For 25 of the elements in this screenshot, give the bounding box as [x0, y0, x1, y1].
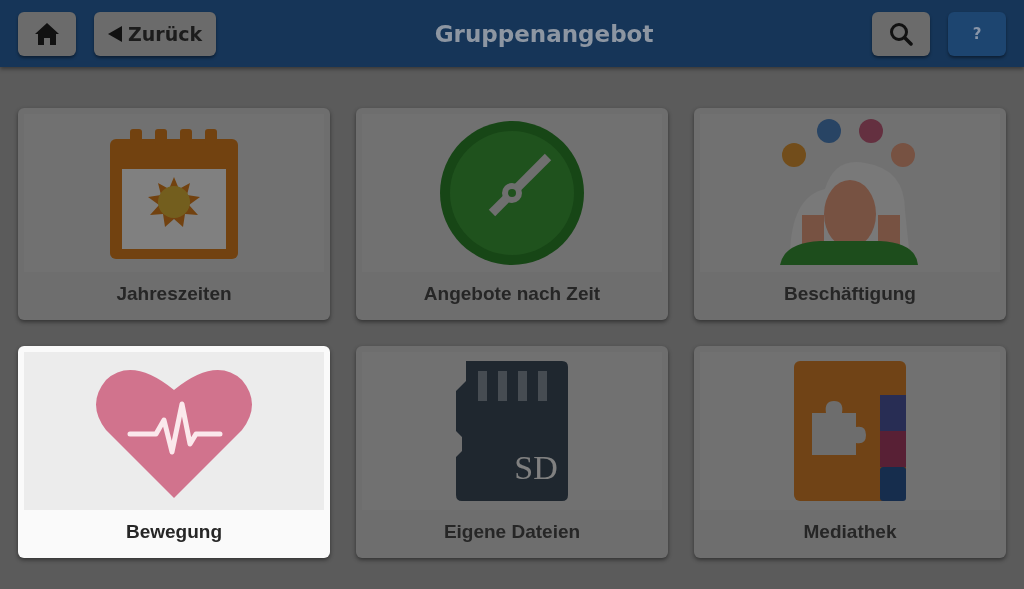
calendar-sun-icon — [110, 127, 238, 259]
puzzle-book-icon — [794, 361, 906, 501]
home-icon — [35, 22, 59, 45]
back-button[interactable]: Zurück — [94, 11, 217, 56]
menu-tile[interactable]: Bewegung — [18, 346, 330, 558]
menu-tile[interactable]: Beschäftigung — [694, 108, 1006, 320]
tile-label: Bewegung — [124, 520, 224, 544]
tile-label: Mediathek — [802, 520, 898, 544]
screen-title: Gruppenangebot — [433, 20, 655, 47]
help-button[interactable]: ? — [948, 11, 1006, 56]
tile-label: Angebote nach Zeit — [422, 282, 602, 306]
tile-label: Eigene Dateien — [442, 520, 582, 544]
sd-card-icon: SD — [456, 361, 568, 501]
menu-tile[interactable]: SD Eigene Dateien — [356, 346, 668, 558]
left-triangle-icon — [108, 25, 122, 42]
tile-label: Jahreszeiten — [115, 282, 233, 306]
tile-label: Beschäftigung — [783, 282, 917, 306]
home-button[interactable] — [18, 11, 76, 56]
search-button[interactable] — [872, 11, 930, 56]
menu-tile[interactable]: Angebote nach Zeit — [356, 108, 668, 320]
search-icon — [889, 21, 913, 46]
people-group-icon — [780, 119, 920, 267]
clock-icon — [440, 121, 584, 265]
menu-tile[interactable]: Jahreszeiten — [18, 108, 330, 320]
menu-tile[interactable]: Mediathek — [694, 346, 1006, 558]
